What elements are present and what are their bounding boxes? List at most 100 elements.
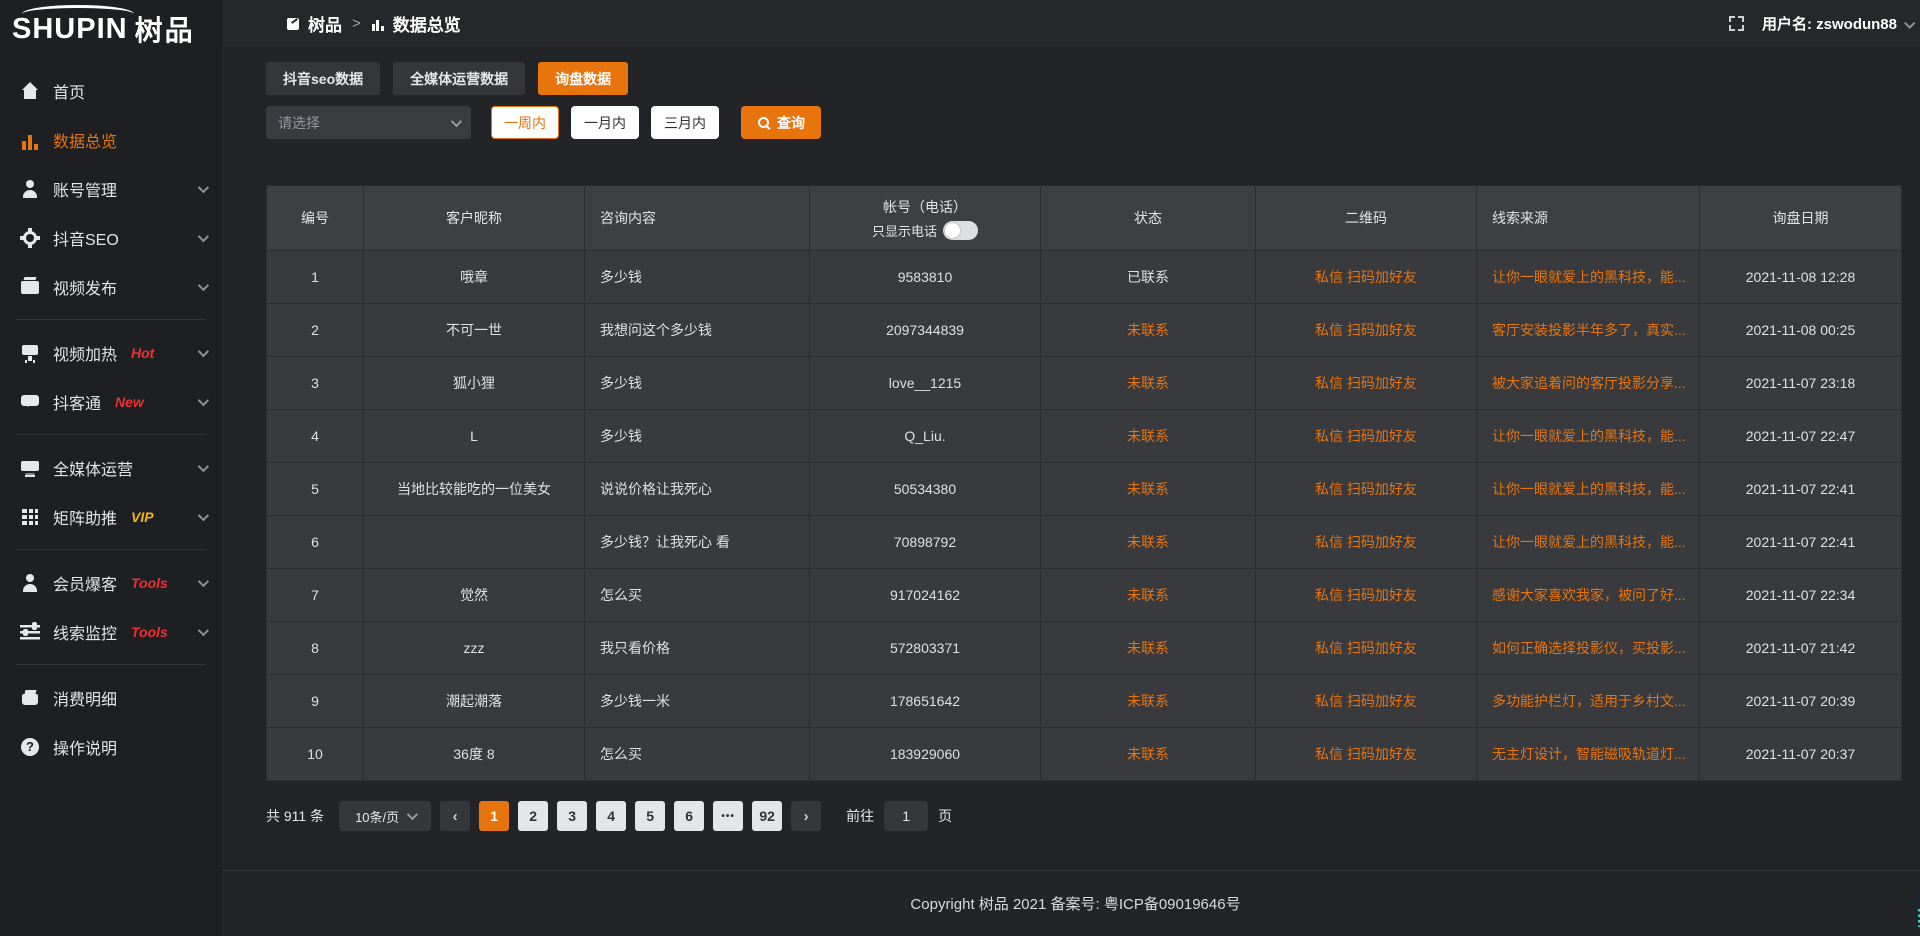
cell-qrcode-link[interactable]: 私信 扫码加好友 <box>1256 357 1476 409</box>
pagination-total: 共 911 条 <box>266 806 324 826</box>
cell-qrcode-link[interactable]: 私信 扫码加好友 <box>1256 622 1476 674</box>
page-ellipsis[interactable]: ••• <box>713 801 743 831</box>
cell-date: 2021-11-07 21:42 <box>1700 622 1901 674</box>
sidebar-item-video-publish[interactable]: 视频发布 <box>0 262 222 311</box>
cell-source-link[interactable]: 让你一眼就爱上的黑科技，能... <box>1477 463 1699 515</box>
cell-id: 7 <box>267 569 363 621</box>
cell-id: 2 <box>267 304 363 356</box>
cell-qrcode-link[interactable]: 私信 扫码加好友 <box>1256 463 1476 515</box>
cell-source-link[interactable]: 无主灯设计，智能磁吸轨道灯... <box>1477 728 1699 780</box>
cell-source-link[interactable]: 感谢大家喜欢我家，被问了好... <box>1477 569 1699 621</box>
username-label: 用户名: zswodun88 <box>1762 13 1897 34</box>
menu-divider <box>16 319 206 320</box>
page-button-4[interactable]: 4 <box>596 801 626 831</box>
page-button-3[interactable]: 3 <box>557 801 587 831</box>
cell-qrcode-link[interactable]: 私信 扫码加好友 <box>1256 516 1476 568</box>
cell-qrcode-link[interactable]: 私信 扫码加好友 <box>1256 304 1476 356</box>
cell-id: 8 <box>267 622 363 674</box>
cell-source-link[interactable]: 如何正确选择投影仪，买投影... <box>1477 622 1699 674</box>
cell-qrcode-link[interactable]: 私信 扫码加好友 <box>1256 410 1476 462</box>
cell-status: 未联系 <box>1041 675 1255 727</box>
chevron-down-icon <box>407 809 418 820</box>
goto-page-input[interactable] <box>884 801 928 831</box>
cell-id: 9 <box>267 675 363 727</box>
sidebar-item-matrix-boost[interactable]: 矩阵助推 VIP <box>0 492 222 541</box>
cell-content: 我只看价格 <box>585 622 809 674</box>
page-button-5[interactable]: 5 <box>635 801 665 831</box>
sidebar-item-expense-detail[interactable]: 消费明细 <box>0 673 222 722</box>
cell-date: 2021-11-08 12:28 <box>1700 251 1901 303</box>
sidebar-item-home[interactable]: 首页 <box>0 66 222 115</box>
cell-content: 多少钱 <box>585 251 809 303</box>
floating-widget[interactable] <box>1916 890 1920 930</box>
cell-content: 说说价格让我死心 <box>585 463 809 515</box>
search-button-label: 查询 <box>777 113 805 133</box>
cell-nickname: 狐小狸 <box>364 357 584 409</box>
cell-source-link[interactable]: 多功能护栏灯，适用于乡村文... <box>1477 675 1699 727</box>
next-page-button[interactable]: › <box>791 801 821 831</box>
cell-qrcode-link[interactable]: 私信 扫码加好友 <box>1256 569 1476 621</box>
sidebar-item-label: 全媒体运营 <box>53 456 133 480</box>
cell-account: 2097344839 <box>810 304 1040 356</box>
sidebar-item-media-operation[interactable]: 全媒体运营 <box>0 443 222 492</box>
table-row: 7 觉然 怎么买 917024162 未联系 私信 扫码加好友 感谢大家喜欢我家… <box>267 569 1901 621</box>
search-button[interactable]: 查询 <box>741 106 821 139</box>
prev-page-button[interactable]: ‹ <box>440 801 470 831</box>
breadcrumb-root[interactable]: 树品 <box>308 11 342 36</box>
col-header-account-label: 帐号（电话） <box>883 197 967 217</box>
col-header-nickname: 客户昵称 <box>364 186 584 250</box>
filter-select[interactable]: 请选择 <box>266 106 471 139</box>
cell-content: 多少钱一米 <box>585 675 809 727</box>
page-button-6[interactable]: 6 <box>674 801 704 831</box>
sidebar-item-label: 账号管理 <box>53 177 117 201</box>
tab-media-operation-data[interactable]: 全媒体运营数据 <box>393 62 525 95</box>
page-button-active[interactable]: 1 <box>479 801 509 831</box>
sidebar-item-clue-monitor[interactable]: 线索监控 Tools <box>0 607 222 656</box>
logo-arc <box>22 5 134 23</box>
cell-account: 183929060 <box>810 728 1040 780</box>
page-size-select[interactable]: 10条/页 <box>339 801 431 831</box>
sidebar-item-data-overview[interactable]: 数据总览 <box>0 115 222 164</box>
sidebar-item-help[interactable]: 操作说明 <box>0 722 222 771</box>
sidebar-item-doukertong[interactable]: 抖客通 New <box>0 377 222 426</box>
col-header-id: 编号 <box>267 186 363 250</box>
cell-source-link[interactable]: 让你一眼就爱上的黑科技，能... <box>1477 516 1699 568</box>
period-week[interactable]: 一周内 <box>491 106 559 139</box>
sidebar-item-label: 数据总览 <box>53 128 117 152</box>
chevron-down-icon <box>451 115 462 126</box>
sidebar-item-douyin-seo[interactable]: 抖音SEO <box>0 213 222 262</box>
logo-text-cn: 树品 <box>135 9 195 49</box>
cell-source-link[interactable]: 被大家追着问的客厅投影分享... <box>1477 357 1699 409</box>
phone-only-toggle[interactable] <box>943 221 978 240</box>
sidebar-item-badge: Tools <box>131 624 168 640</box>
sidebar-item-member-baoke[interactable]: 会员爆客 Tools <box>0 558 222 607</box>
sidebar-item-account-manage[interactable]: 账号管理 <box>0 164 222 213</box>
period-quarter[interactable]: 三月内 <box>651 106 719 139</box>
menu-divider <box>16 434 206 435</box>
filter-bar: 请选择 一周内 一月内 三月内 查询 <box>266 106 1902 139</box>
page-button-2[interactable]: 2 <box>518 801 548 831</box>
pagination: 共 911 条 10条/页 ‹ 123456•••92 › 前往 页 <box>266 801 1902 831</box>
cell-qrcode-link[interactable]: 私信 扫码加好友 <box>1256 728 1476 780</box>
cell-status: 未联系 <box>1041 569 1255 621</box>
tab-inquiry-data[interactable]: 询盘数据 <box>538 62 628 95</box>
cell-source-link[interactable]: 客厅安装投影半年多了，真实... <box>1477 304 1699 356</box>
cell-source-link[interactable]: 让你一眼就爱上的黑科技，能... <box>1477 251 1699 303</box>
period-month[interactable]: 一月内 <box>571 106 639 139</box>
chevron-down-icon <box>198 279 209 290</box>
cell-qrcode-link[interactable]: 私信 扫码加好友 <box>1256 675 1476 727</box>
fullscreen-icon[interactable] <box>1729 16 1744 31</box>
menu-divider <box>16 664 206 665</box>
sidebar-item-label: 抖音SEO <box>53 226 119 250</box>
cell-source-link[interactable]: 让你一眼就爱上的黑科技，能... <box>1477 410 1699 462</box>
sidebar-menu: 首页 数据总览 账号管理 抖音SEO 视频发布 视频加热 Hot 抖客通 New <box>0 58 222 771</box>
breadcrumb-separator: > <box>352 15 361 32</box>
page-button-92[interactable]: 92 <box>752 801 782 831</box>
table-row: 4 L 多少钱 Q_Liu. 未联系 私信 扫码加好友 让你一眼就爱上的黑科技，… <box>267 410 1901 462</box>
cell-qrcode-link[interactable]: 私信 扫码加好友 <box>1256 251 1476 303</box>
sidebar-item-video-heat[interactable]: 视频加热 Hot <box>0 328 222 377</box>
tab-douyin-seo-data[interactable]: 抖音seo数据 <box>266 62 380 95</box>
user-menu[interactable]: 用户名: zswodun88 <box>1762 13 1913 34</box>
cell-status: 未联系 <box>1041 728 1255 780</box>
logo: SHUPIN 树品 <box>0 0 222 58</box>
